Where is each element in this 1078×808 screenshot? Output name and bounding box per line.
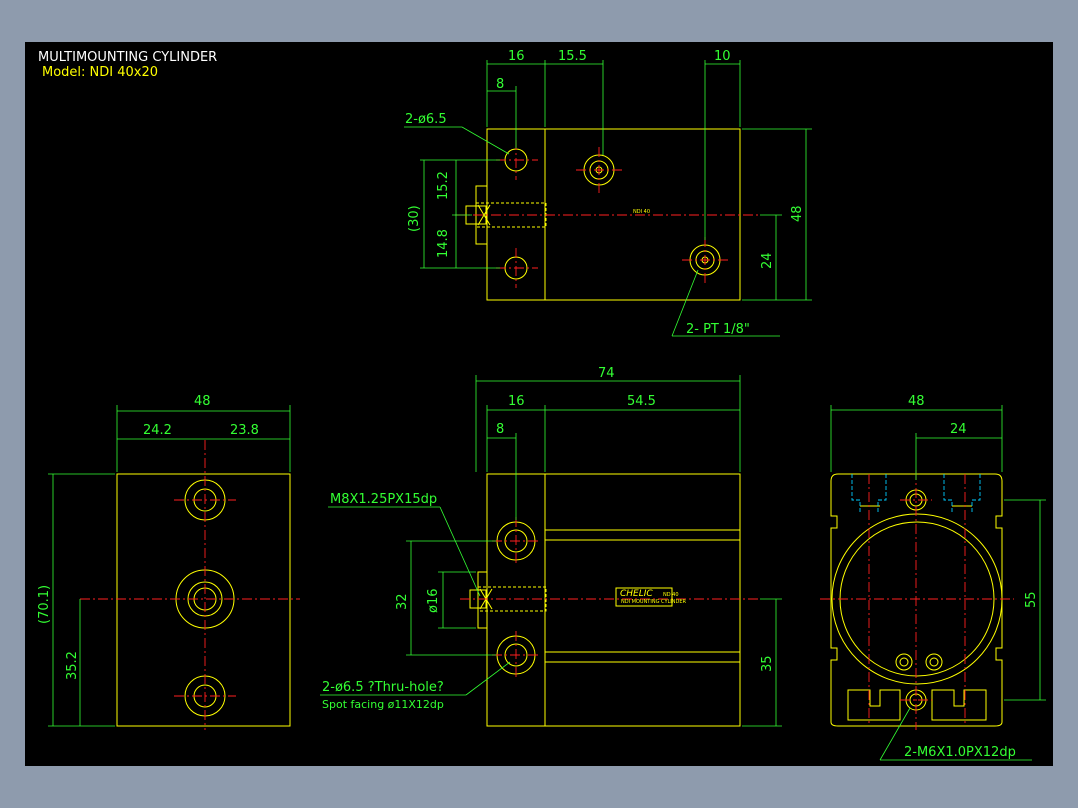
- left-dim-24-2: 24.2: [143, 423, 172, 438]
- right-dim-24: 24: [950, 422, 967, 437]
- front-dim-dia16: ø16: [426, 589, 441, 614]
- top-dim-30: (30): [407, 205, 422, 232]
- brand-model: ND 40: [663, 592, 679, 598]
- right-thread-note: 2-M6X1.0PX12dp: [904, 745, 1016, 760]
- top-tiny-label: NDI 40: [633, 209, 650, 215]
- front-dim-35: 35: [760, 655, 775, 672]
- top-dim-48: 48: [790, 205, 805, 222]
- front-thread-note: M8X1.25PX15dp: [330, 492, 437, 507]
- front-dim-74: 74: [598, 366, 615, 381]
- left-dim-35-2: 35.2: [65, 651, 80, 680]
- front-dim-16: 16: [508, 394, 525, 409]
- top-dim-8: 8: [496, 77, 504, 92]
- front-spot-note: Spot facing ø11X12dp: [322, 698, 444, 711]
- model-label: Model: NDI 40x20: [42, 65, 158, 80]
- top-dim-15-5: 15.5: [558, 49, 587, 64]
- top-dim-15-2: 15.2: [436, 171, 451, 200]
- top-dim-24: 24: [760, 252, 775, 269]
- left-dim-48: 48: [194, 394, 211, 409]
- drawing-title: MULTIMOUNTING CYLINDER: [38, 50, 217, 65]
- drawing-canvas: [25, 42, 1053, 766]
- brand-sub: NDI MOUNTING CYLINDER: [621, 599, 687, 605]
- left-dim-70-1: (70.1): [37, 585, 52, 624]
- right-dim-55: 55: [1024, 591, 1039, 608]
- top-dim-10: 10: [714, 49, 731, 64]
- left-dim-23-8: 23.8: [230, 423, 259, 438]
- front-dim-32: 32: [395, 593, 410, 610]
- top-port-note: 2- PT 1/8": [686, 322, 750, 337]
- front-dim-54-5: 54.5: [627, 394, 656, 409]
- top-dim-14-8: 14.8: [436, 229, 451, 258]
- drawing-frame: MULTIMOUNTING CYLINDER Model: NDI 40x20 …: [25, 42, 1053, 766]
- top-dim-16: 16: [508, 49, 525, 64]
- right-dim-48: 48: [908, 394, 925, 409]
- top-hole-note: 2-ø6.5: [405, 112, 447, 127]
- brand-name: CHELIC: [620, 589, 653, 599]
- front-hole-note: 2-ø6.5 ?Thru-hole?: [322, 680, 444, 695]
- front-dim-8: 8: [496, 422, 504, 437]
